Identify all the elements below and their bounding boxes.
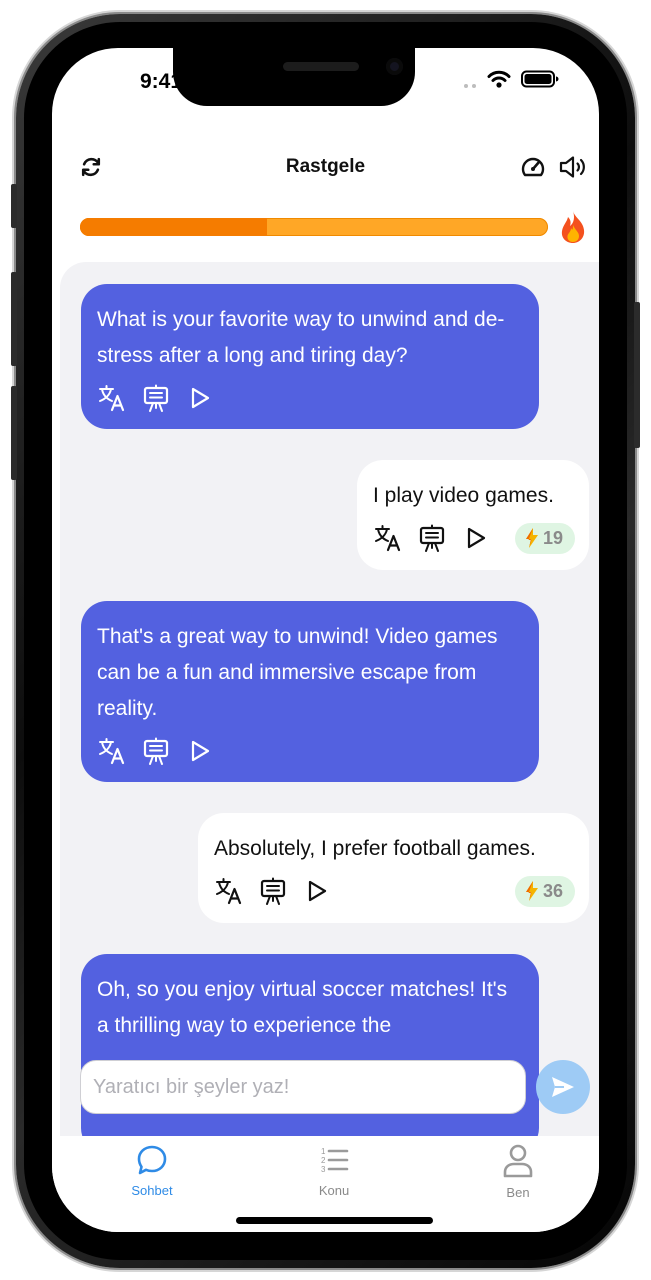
play-icon [308, 880, 327, 902]
svg-text:1: 1 [321, 1147, 326, 1156]
send-icon [552, 1077, 574, 1097]
score-value: 36 [542, 880, 563, 901]
svg-text:3: 3 [321, 1165, 326, 1174]
play-icon [467, 527, 486, 549]
numbered-list-icon: 1 2 3 [321, 1147, 349, 1174]
lightning-bolt-icon [525, 881, 538, 901]
tab-label: Ben [506, 1185, 530, 1200]
explain-button[interactable] [141, 736, 171, 766]
message-tools: 19 [373, 520, 575, 556]
translate-button[interactable] [97, 383, 127, 413]
speedometer-icon [521, 157, 545, 177]
chat-area[interactable]: What is your favorite way to unwind and … [60, 262, 599, 1136]
progress-fill [80, 218, 268, 236]
play-icon [191, 740, 210, 762]
send-button[interactable] [536, 1060, 590, 1114]
front-camera [386, 58, 403, 75]
score-badge: 36 [514, 875, 575, 907]
message-text: Absolutely, I prefer football games. [214, 837, 536, 860]
tab-sohbet[interactable]: Sohbet [82, 1144, 222, 1198]
progress-bar [80, 218, 548, 236]
speaker-icon [559, 156, 585, 178]
tab-label: Konu [318, 1183, 350, 1198]
explain-button[interactable] [141, 383, 171, 413]
play-icon [191, 387, 210, 409]
translate-button[interactable] [97, 736, 127, 766]
svg-text:2: 2 [321, 1156, 326, 1165]
message-tools [97, 380, 523, 416]
side-button-volume-down [11, 386, 17, 480]
sound-button[interactable] [557, 152, 589, 182]
person-icon [503, 1144, 533, 1178]
message-tools: 36 [214, 873, 575, 909]
message-tools [97, 733, 523, 769]
header: Rastgele [52, 146, 599, 190]
play-button[interactable] [302, 876, 332, 906]
wifi-icon [487, 70, 511, 88]
teacher-board-icon [143, 384, 169, 412]
translate-icon [99, 385, 125, 412]
play-button[interactable] [461, 523, 491, 553]
translate-icon [99, 738, 125, 765]
speed-button[interactable] [518, 152, 548, 182]
score-value: 19 [542, 527, 563, 548]
tab-label: Sohbet [131, 1183, 173, 1198]
battery-icon [521, 70, 559, 88]
user-message: Absolutely, I prefer football games. 36 [198, 813, 589, 923]
message-text: What is your favorite way to unwind and … [97, 308, 505, 367]
explain-button[interactable] [417, 523, 447, 553]
side-button-silent [11, 184, 17, 228]
play-button[interactable] [185, 736, 215, 766]
app-screen: 9:41 Rastgele What is your favorite way … [52, 48, 599, 1232]
teacher-board-icon [143, 737, 169, 765]
message-input-box[interactable] [80, 1060, 526, 1114]
status-icons [487, 70, 559, 88]
notch [173, 48, 415, 106]
home-indicator[interactable] [236, 1217, 433, 1224]
side-button-volume-up [11, 272, 17, 366]
tab-konu[interactable]: 1 2 3 Konu [264, 1144, 404, 1198]
explain-button[interactable] [258, 876, 288, 906]
chat-bubble-icon [137, 1145, 167, 1175]
lightning-bolt-icon [525, 528, 538, 548]
teacher-board-icon [419, 524, 445, 552]
bot-message: That's a great way to unwind! Video game… [81, 601, 539, 782]
user-message: I play video games. 19 [357, 460, 589, 570]
page-title: Rastgele [285, 156, 366, 177]
translate-icon [216, 878, 242, 905]
message-text: I play video games. [373, 484, 554, 507]
bot-message: What is your favorite way to unwind and … [81, 284, 539, 429]
earpiece [283, 62, 359, 71]
teacher-board-icon [260, 877, 286, 905]
side-button-power [634, 302, 640, 448]
translate-button[interactable] [214, 876, 244, 906]
tab-ben[interactable]: Ben [448, 1144, 588, 1200]
score-badge: 19 [514, 522, 575, 554]
fire-icon [561, 211, 585, 243]
message-text: Oh, so you enjoy virtual soccer matches!… [97, 978, 508, 1037]
signal-dots-icon [464, 84, 476, 88]
play-button[interactable] [185, 383, 215, 413]
message-text: That's a great way to unwind! Video game… [97, 625, 498, 720]
translate-icon [375, 525, 401, 552]
message-input[interactable] [81, 1061, 525, 1113]
translate-button[interactable] [373, 523, 403, 553]
